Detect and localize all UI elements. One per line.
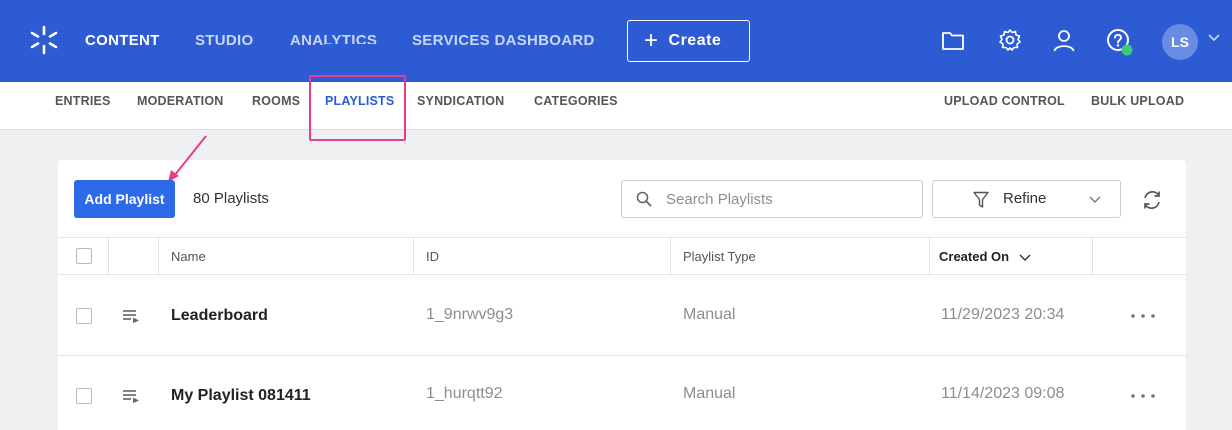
subnav-rooms[interactable]: ROOMS	[252, 94, 300, 108]
user-avatar[interactable]: LS	[1162, 24, 1198, 60]
playlist-type: Manual	[683, 385, 736, 402]
column-header-created-on[interactable]: Created On	[939, 249, 1009, 264]
create-button[interactable]: + Create	[627, 20, 750, 62]
chevron-down-icon	[1089, 196, 1101, 203]
nav-studio[interactable]: STUDIO	[195, 32, 253, 49]
add-playlist-button[interactable]: Add Playlist	[74, 180, 175, 218]
playlist-icon	[123, 310, 139, 323]
refresh-icon[interactable]	[1141, 189, 1163, 211]
column-divider	[158, 237, 159, 275]
column-divider	[413, 237, 414, 275]
refine-label: Refine	[1003, 190, 1047, 207]
help-icon[interactable]	[1105, 27, 1135, 57]
playlist-type: Manual	[683, 306, 736, 323]
chevron-down-icon[interactable]	[1207, 30, 1221, 44]
kaltura-logo-icon[interactable]	[28, 24, 60, 56]
subnav-upload-control[interactable]: UPLOAD CONTROL	[944, 94, 1065, 108]
subnav-entries[interactable]: ENTRIES	[55, 94, 111, 108]
created-on: 11/14/2023 09:08	[941, 385, 1065, 402]
select-all-checkbox[interactable]	[76, 248, 92, 264]
sort-descending-icon[interactable]	[1019, 253, 1031, 263]
column-header-name[interactable]: Name	[171, 249, 206, 264]
playlist-name[interactable]: My Playlist 081411	[171, 387, 311, 405]
subnav-categories[interactable]: CATEGORIES	[534, 94, 618, 108]
playlist-icon	[123, 390, 139, 403]
more-actions-icon[interactable]	[1130, 313, 1156, 319]
annotation-highlight-box	[309, 75, 406, 141]
playlist-name[interactable]: Leaderboard	[171, 307, 268, 325]
create-label: Create	[668, 32, 722, 49]
table-header	[58, 237, 1186, 275]
row-checkbox[interactable]	[76, 308, 92, 324]
annotation-arrow-icon	[168, 135, 207, 182]
row-checkbox[interactable]	[76, 388, 92, 404]
gear-icon[interactable]	[997, 27, 1023, 53]
search-input[interactable]	[666, 181, 916, 217]
folder-icon[interactable]	[940, 27, 966, 53]
user-icon[interactable]	[1051, 27, 1077, 53]
playlist-id: 1_hurqtt92	[426, 385, 503, 402]
plus-icon: +	[644, 27, 659, 54]
active-tab-underline	[325, 44, 395, 47]
column-divider	[670, 237, 671, 275]
refine-dropdown[interactable]: Refine	[932, 180, 1121, 218]
column-divider	[929, 237, 930, 275]
column-divider	[1092, 237, 1093, 275]
more-actions-icon[interactable]	[1130, 393, 1156, 399]
subnav-bulk-upload[interactable]: BULK UPLOAD	[1091, 94, 1184, 108]
search-icon	[636, 191, 652, 207]
top-nav-bar: CONTENT STUDIO ANALYTICS SERVICES DASHBO…	[0, 0, 1232, 82]
subnav-syndication[interactable]: SYNDICATION	[417, 94, 504, 108]
subnav-moderation[interactable]: MODERATION	[137, 94, 224, 108]
created-on: 11/29/2023 20:34	[941, 306, 1065, 323]
column-header-playlist-type[interactable]: Playlist Type	[683, 249, 756, 264]
nav-content[interactable]: CONTENT	[85, 32, 160, 49]
sub-nav-bar: ENTRIES MODERATION ROOMS PLAYLISTS SYNDI…	[0, 82, 1232, 130]
row-divider	[58, 355, 1186, 356]
search-box[interactable]	[621, 180, 923, 218]
column-divider	[108, 237, 109, 275]
nav-services-dashboard[interactable]: SERVICES DASHBOARD	[412, 32, 595, 49]
filter-icon	[973, 191, 989, 208]
playlist-count: 80 Playlists	[193, 190, 269, 207]
playlist-id: 1_9nrwv9g3	[426, 306, 514, 323]
column-header-id[interactable]: ID	[426, 249, 439, 264]
